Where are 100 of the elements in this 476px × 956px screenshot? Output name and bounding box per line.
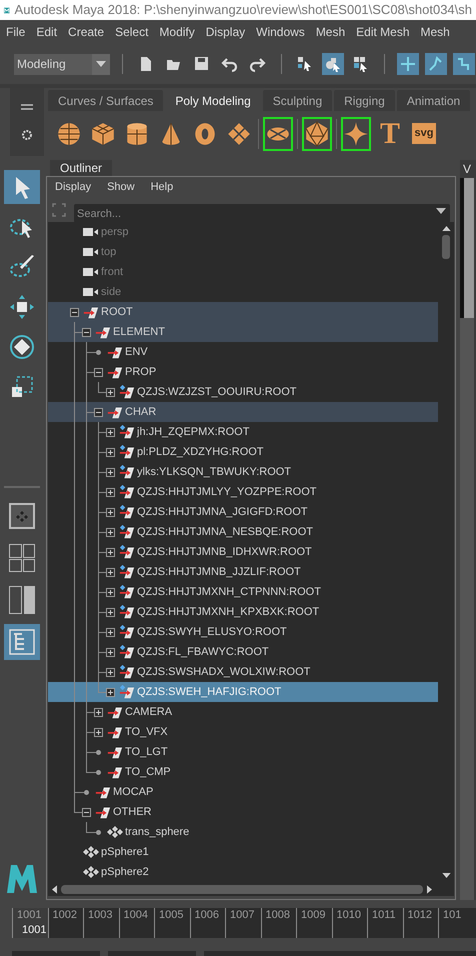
outliner-item[interactable]: MOCAP	[48, 782, 438, 802]
outliner-item[interactable]: QZJS:FL_FBAWYC:ROOT	[48, 642, 438, 662]
menu-item[interactable]: Display	[55, 179, 92, 196]
outliner-item[interactable]: PROP	[48, 362, 438, 382]
shelf-star-tool[interactable]	[341, 116, 371, 150]
outliner-item[interactable]: QZJS:SWSHADX_WOLXIW:ROOT	[48, 662, 438, 682]
expand-toggle[interactable]	[94, 708, 103, 716]
outliner-item[interactable]: pSphere1	[48, 842, 438, 862]
menu-item[interactable]: File	[6, 23, 26, 41]
outliner-item[interactable]: ROOT	[48, 302, 438, 322]
outliner-item[interactable]: CAMERA	[48, 702, 438, 722]
menu-item[interactable]: Mesh	[420, 23, 450, 41]
shelf-tab[interactable]: Curves / Surfaces	[48, 90, 164, 111]
caret-icon[interactable]	[436, 208, 446, 214]
outliner-layout-button[interactable]	[4, 624, 40, 660]
menu-item[interactable]: Edit	[36, 23, 58, 41]
outliner-item[interactable]: CHAR	[48, 402, 438, 422]
outliner-item[interactable]: persp	[48, 222, 438, 242]
frame-label[interactable]: 1003	[83, 908, 118, 938]
expand-toggle[interactable]	[106, 388, 115, 396]
expand-toggle[interactable]	[106, 588, 115, 596]
shelf-tab[interactable]: Animation	[396, 90, 470, 111]
frame-label[interactable]: 1010	[332, 908, 367, 938]
shelf-text-tool[interactable]: T	[375, 116, 405, 150]
menu-item[interactable]: Mesh	[316, 23, 346, 41]
outliner-item[interactable]: pl:PLDZ_XDZYHG:ROOT	[48, 442, 438, 462]
menu-item[interactable]: Modify	[159, 23, 195, 41]
frame-label[interactable]: 1006	[190, 908, 225, 938]
expand-toggle[interactable]	[106, 628, 115, 636]
expand-toggle[interactable]	[106, 688, 115, 696]
scroll-down-icon[interactable]	[442, 873, 450, 878]
scroll-up-icon[interactable]	[442, 226, 450, 231]
outliner-item[interactable]: TO_CMP	[48, 762, 438, 782]
outliner-item[interactable]: ENV	[48, 342, 438, 362]
collapse-toggle[interactable]	[94, 408, 103, 416]
outliner-item[interactable]: QZJS:HHJTJMNA_JGIGFD:ROOT	[48, 502, 438, 522]
collapse-toggle[interactable]	[94, 368, 103, 376]
expand-toggle[interactable]	[106, 548, 115, 556]
outliner-item[interactable]: QZJS:HHJTJMXNH_KPXBXK:ROOT	[48, 602, 438, 622]
outliner-item[interactable]: QZJS:SWYH_ELUSYO:ROOT	[48, 622, 438, 642]
viewport-panel[interactable]: V	[460, 160, 476, 900]
scroll-thumb[interactable]	[442, 235, 450, 259]
outliner-item[interactable]: OTHER	[48, 802, 438, 822]
frame-label[interactable]: 101	[438, 908, 474, 938]
outliner-item[interactable]: ELEMENT	[48, 322, 438, 342]
expand-toggle[interactable]	[106, 648, 115, 656]
search-field[interactable]: Search...	[74, 204, 450, 223]
outliner-item[interactable]: pSphere2	[48, 862, 438, 882]
expand-toggle[interactable]	[94, 728, 103, 736]
collapse-toggle[interactable]	[82, 808, 91, 816]
menu-item[interactable]: Select	[115, 23, 148, 41]
scroll-thumb[interactable]	[61, 884, 423, 894]
menu-item[interactable]: Display	[206, 23, 246, 41]
shelf-platonic-tool[interactable]	[302, 116, 332, 150]
expand-toggle[interactable]	[106, 528, 115, 536]
outliner-item[interactable]: trans_sphere	[48, 822, 438, 842]
horizontal-scrollbar[interactable]	[48, 882, 454, 896]
collapse-toggle[interactable]	[82, 328, 91, 336]
expand-toggle[interactable]	[106, 568, 115, 576]
menu-icon[interactable]	[21, 104, 33, 110]
menu-item[interactable]: Create	[68, 23, 104, 41]
outliner-item[interactable]: QZJS:HHJTJMNA_NESBQE:ROOT	[48, 522, 438, 542]
shelf-tab[interactable]: Rigging	[334, 90, 395, 111]
outliner-item[interactable]: ylks:YLKSQN_TBWUKY:ROOT	[48, 462, 438, 482]
menu-item[interactable]: Show	[107, 179, 135, 196]
outliner-item[interactable]: TO_LGT	[48, 742, 438, 762]
select-tool[interactable]	[4, 170, 40, 204]
expand-toggle[interactable]	[106, 488, 115, 496]
settings-icon[interactable]	[21, 128, 33, 140]
frame-label[interactable]: 1004	[118, 908, 154, 938]
workspace-dropdown[interactable]: Modeling	[14, 54, 110, 74]
outliner-tab[interactable]: Outliner	[50, 160, 112, 176]
outliner-item[interactable]: side	[48, 282, 438, 302]
outliner-item[interactable]: jh:JH_ZQEPMX:ROOT	[48, 422, 438, 442]
expand-toggle[interactable]	[106, 508, 115, 516]
outliner-item[interactable]: top	[48, 242, 438, 262]
scroll-left-icon[interactable]	[52, 884, 57, 894]
expand-toggle[interactable]	[106, 468, 115, 476]
menu-item[interactable]: Windows	[256, 23, 305, 41]
outliner-item[interactable]: QZJS:HHJTJMXNH_CTPNNN:ROOT	[48, 582, 438, 602]
shelf-tab[interactable]: Sculpting	[262, 90, 332, 111]
outliner-item[interactable]: TO_VFX	[48, 722, 438, 742]
outliner-item[interactable]: QZJS:SWEH_HAFJIG:ROOT	[48, 682, 438, 702]
frame-label[interactable]: 1011	[367, 908, 402, 938]
menu-item[interactable]: Help	[150, 179, 174, 196]
frame-label[interactable]: 1012	[402, 908, 438, 938]
expand-toggle[interactable]	[106, 448, 115, 456]
select-object-icon[interactable]	[322, 53, 344, 75]
menu-item[interactable]: Edit Mesh	[356, 23, 410, 41]
frame-label[interactable]: 1009	[296, 908, 332, 938]
collapse-toggle[interactable]	[70, 308, 79, 316]
outliner-item[interactable]: QZJS:HHJTJMNB_JJZLIF:ROOT	[48, 562, 438, 582]
outliner-item[interactable]: QZJS:WZJZST_OOUIRU:ROOT	[48, 382, 438, 402]
expand-toggle[interactable]	[106, 428, 115, 436]
outliner-item[interactable]: front	[48, 262, 438, 282]
outliner-item[interactable]: QZJS:HHJTJMNB_IDHXWR:ROOT	[48, 542, 438, 562]
shelf-disc-tool[interactable]	[263, 116, 293, 150]
frame-label[interactable]: 1002	[48, 908, 83, 938]
expand-toggle[interactable]	[106, 608, 115, 616]
frame-label[interactable]: 1008	[260, 908, 296, 938]
